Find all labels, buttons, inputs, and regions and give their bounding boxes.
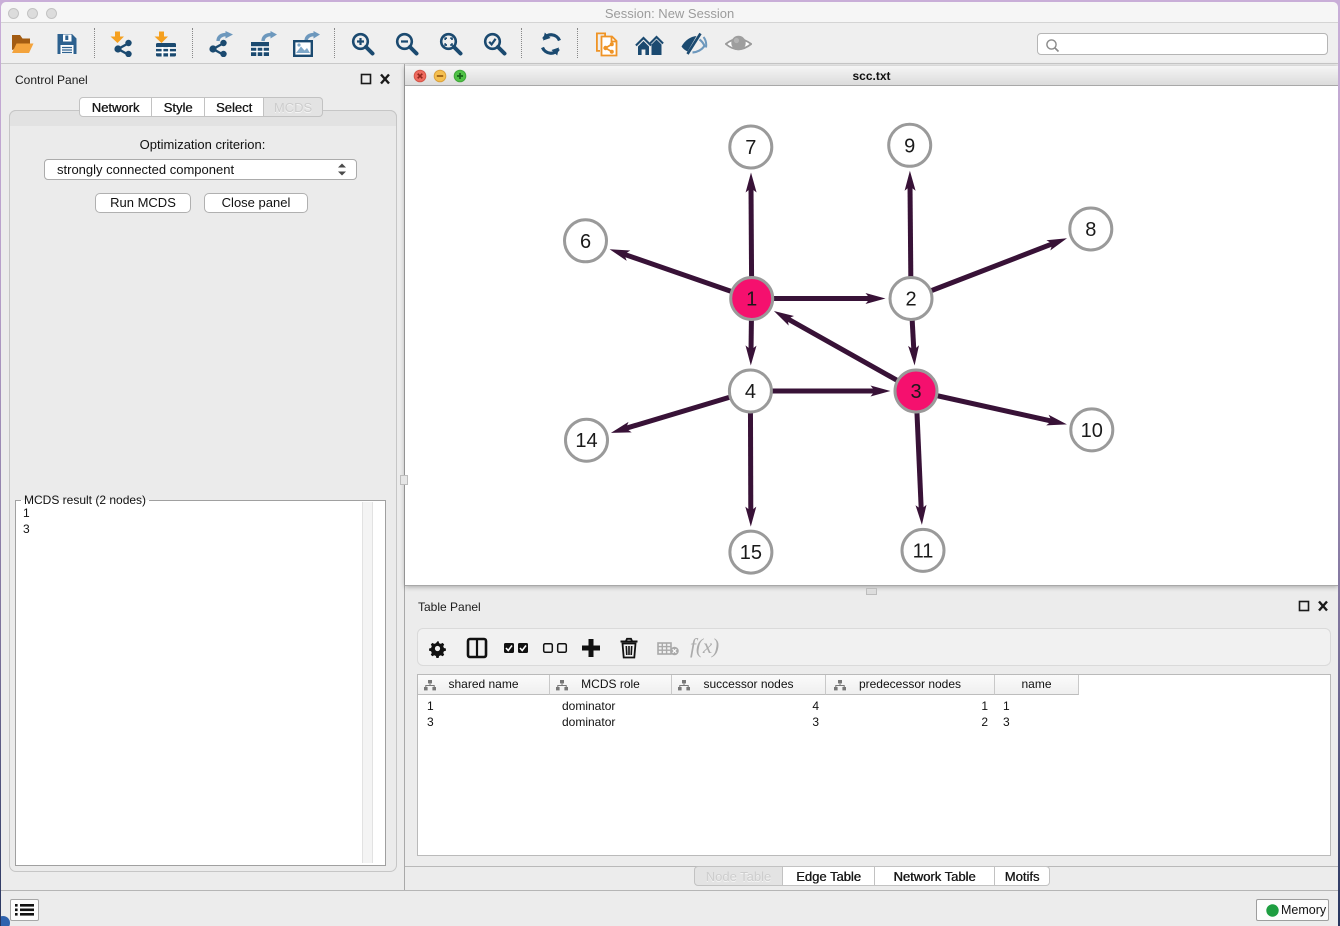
svg-text:11: 11: [913, 540, 934, 562]
svg-text:6: 6: [580, 231, 591, 253]
svg-text:15: 15: [740, 542, 762, 564]
svg-text:1: 1: [746, 289, 757, 311]
svg-text:7: 7: [745, 137, 756, 159]
svg-text:2: 2: [905, 289, 916, 311]
svg-text:4: 4: [745, 381, 756, 403]
svg-text:8: 8: [1085, 219, 1096, 241]
svg-text:10: 10: [1081, 420, 1103, 442]
svg-text:14: 14: [575, 430, 597, 452]
svg-text:9: 9: [904, 135, 915, 157]
svg-text:3: 3: [910, 381, 921, 403]
